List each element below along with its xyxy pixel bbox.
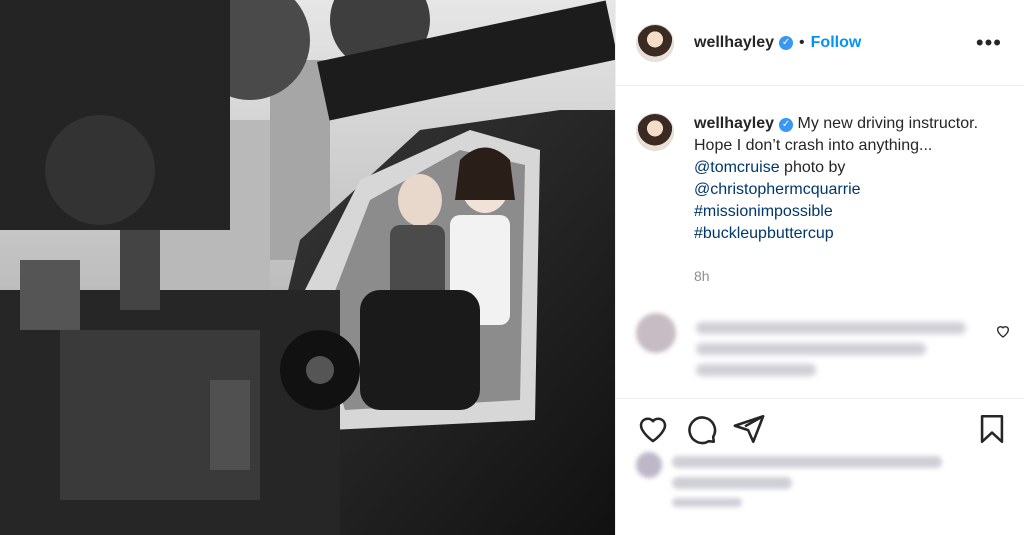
post-header: wellhayley ✓ • Follow ••• [616,0,1024,86]
caption-avatar[interactable] [636,113,674,151]
comment-line [696,364,816,376]
likes-line [672,477,792,489]
verified-badge-icon: ✓ [779,35,794,50]
author-username[interactable]: wellhayley [694,34,774,52]
comment-line [696,322,966,334]
more-options-icon[interactable]: ••• [976,30,1002,56]
author-avatar[interactable] [636,23,674,62]
comment-avatar [636,313,676,353]
blurred-comment [616,303,1024,393]
like-heart-icon[interactable] [636,412,670,446]
post-actions [616,398,1024,458]
photo-illustration [0,0,615,535]
post-sidebar: wellhayley ✓ • Follow ••• wellhayley ✓ My… [615,0,1024,535]
likes-text-redacted [672,452,942,507]
caption-body-2: photo by [779,159,846,176]
hashtag-missionimpossible[interactable]: #missionimpossible [694,203,833,220]
caption-verified-badge-icon: ✓ [779,118,794,132]
header-separator: • [799,33,805,51]
blurred-likes [636,452,942,507]
follow-button[interactable]: Follow [811,34,862,52]
likes-line [672,498,742,507]
instagram-post: wellhayley ✓ • Follow ••• wellhayley ✓ My… [0,0,1024,535]
caption-username[interactable]: wellhayley [694,115,774,132]
likes-line [672,456,942,468]
comment-like-heart-icon[interactable] [995,323,1011,339]
comment-bubble-icon[interactable] [684,412,718,446]
mention-tomcruise[interactable]: @tomcruise [694,159,780,176]
post-photo[interactable] [0,0,615,535]
post-caption: wellhayley ✓ My new driving instructor. H… [616,86,1024,287]
comment-text-redacted [696,313,966,393]
share-plane-icon[interactable] [732,412,766,446]
caption-text: wellhayley ✓ My new driving instructor. H… [694,113,994,287]
save-bookmark-icon[interactable] [975,412,1009,446]
mention-christophermcquarrie[interactable]: @christophermcquarrie [694,181,861,198]
likes-avatar [636,452,662,478]
hashtag-buckleupbuttercup[interactable]: #buckleupbuttercup [694,225,834,242]
comment-line [696,343,926,355]
post-age: 8h [694,268,710,284]
